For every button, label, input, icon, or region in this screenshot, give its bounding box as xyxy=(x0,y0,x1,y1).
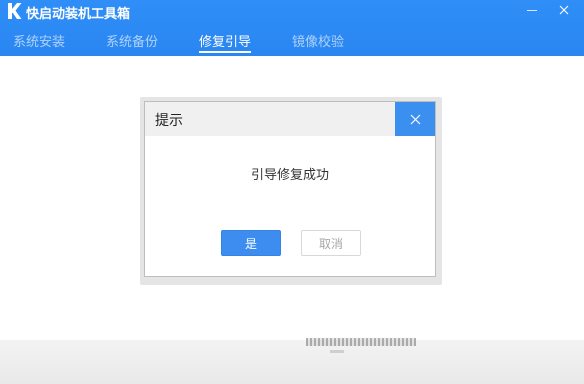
app-header: 快启动装机工具箱 系统安装 系统备份 修复引导 镜像校验 xyxy=(0,0,584,56)
ok-button[interactable]: 是 xyxy=(221,230,281,256)
tab-bar: 系统安装 系统备份 修复引导 镜像校验 xyxy=(13,31,385,53)
blurred-progress-strip xyxy=(306,338,416,346)
background-footer xyxy=(0,340,584,384)
window-controls xyxy=(526,0,570,20)
k-logo-icon xyxy=(6,2,22,20)
minimize-icon[interactable] xyxy=(526,4,538,16)
alert-dialog: 提示 引导修复成功 是 取消 xyxy=(144,101,436,277)
tab-repair-boot[interactable]: 修复引导 xyxy=(199,31,252,53)
tab-image-verify[interactable]: 镜像校验 xyxy=(292,31,344,53)
tab-system-install[interactable]: 系统安装 xyxy=(13,31,65,53)
dialog-message: 引导修复成功 xyxy=(250,168,329,183)
close-icon[interactable] xyxy=(558,4,570,16)
dialog-title: 提示 xyxy=(155,113,183,129)
dialog-close-icon xyxy=(410,114,421,125)
app-window: 快启动装机工具箱 系统安装 系统备份 修复引导 镜像校验 提示 引导修复成功 是… xyxy=(0,0,584,384)
dialog-close-button[interactable] xyxy=(395,102,435,136)
dialog-titlebar: 提示 xyxy=(145,102,435,136)
tab-system-backup[interactable]: 系统备份 xyxy=(106,31,158,53)
blurred-mark xyxy=(330,350,344,353)
cancel-button[interactable]: 取消 xyxy=(301,230,361,256)
app-title: 快启动装机工具箱 xyxy=(26,7,131,22)
